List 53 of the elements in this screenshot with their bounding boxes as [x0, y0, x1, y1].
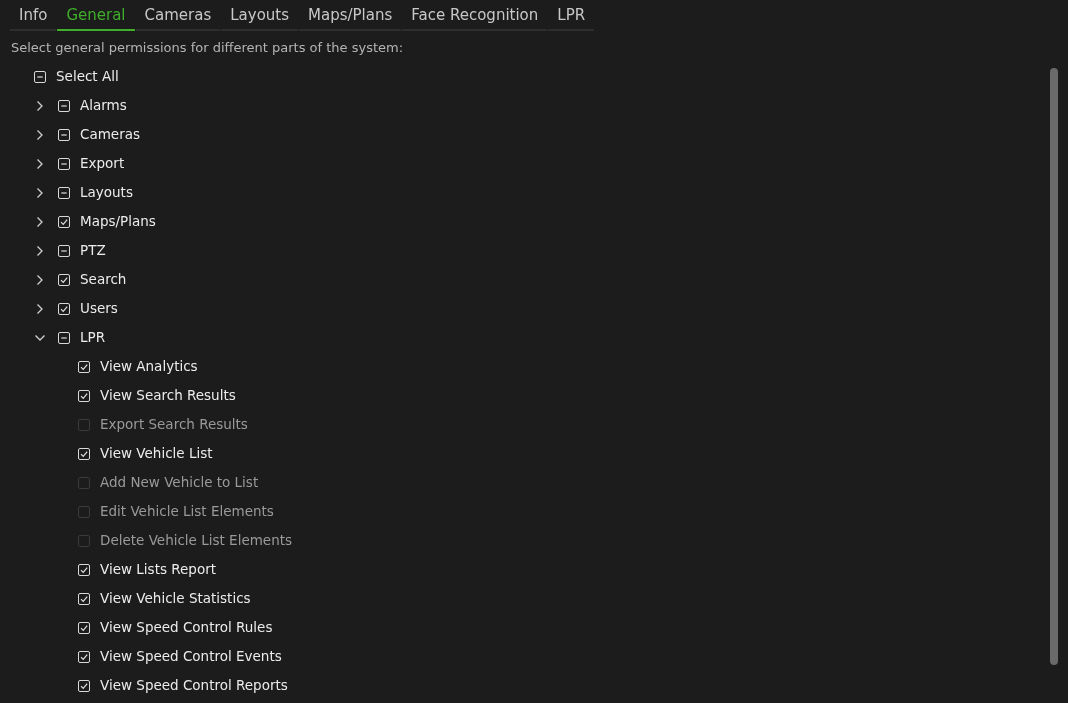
permission-label: Cameras — [80, 125, 140, 145]
tab[interactable]: Cameras — [135, 0, 221, 31]
checked-checkbox[interactable] — [78, 650, 90, 663]
permission-label: View Speed Control Reports — [100, 676, 288, 696]
permission-label: Alarms — [80, 96, 127, 116]
permission-label: Add New Vehicle to List — [100, 473, 259, 493]
partial-checkbox[interactable] — [58, 99, 70, 112]
tab[interactable]: General — [57, 0, 135, 31]
permission-label: View Speed Control Rules — [100, 618, 273, 638]
checked-checkbox[interactable] — [58, 302, 70, 315]
permission-label: LPR — [80, 328, 106, 348]
tab[interactable]: Info — [10, 0, 57, 31]
permission-label: View Vehicle List — [100, 444, 213, 464]
permission-label: PTZ — [80, 241, 106, 261]
checked-checkbox[interactable] — [78, 621, 90, 634]
partial-checkbox[interactable] — [58, 331, 70, 344]
permission-label: View Search Results — [100, 386, 236, 406]
scrollbar-thumb[interactable] — [1050, 68, 1058, 665]
select-all-label: Select All — [56, 67, 119, 87]
permission-label: Layouts — [80, 183, 133, 203]
checkbox[interactable] — [78, 418, 90, 431]
permission-label: View Speed Control Events — [100, 647, 282, 667]
tab[interactable]: Maps/Plans — [299, 0, 402, 31]
permission-label: Edit Vehicle List Elements — [100, 502, 274, 522]
checked-checkbox[interactable] — [78, 360, 90, 373]
partial-checkbox[interactable] — [58, 186, 70, 199]
partial-checkbox[interactable] — [58, 128, 70, 141]
checked-checkbox[interactable] — [58, 215, 70, 228]
permission-label: Users — [80, 299, 118, 319]
permission-label: Export Search Results — [100, 415, 248, 435]
permission-label: View Analytics — [100, 357, 198, 377]
checked-checkbox[interactable] — [58, 273, 70, 286]
tab[interactable]: LPR — [548, 0, 595, 31]
permission-label: View Lists Report — [100, 560, 216, 580]
permission-label: Delete Vehicle List Elements — [100, 531, 293, 551]
permission-label: Export — [80, 154, 125, 174]
checkbox[interactable] — [78, 476, 90, 489]
partial-checkbox[interactable] — [58, 244, 70, 257]
partial-checkbox[interactable] — [58, 157, 70, 170]
partial-checkbox[interactable] — [34, 70, 46, 83]
permission-label: Search — [80, 270, 127, 290]
permission-label: View Vehicle Statistics — [100, 589, 251, 609]
checked-checkbox[interactable] — [78, 679, 90, 692]
checkbox[interactable] — [78, 505, 90, 518]
checkbox[interactable] — [78, 534, 90, 547]
checked-checkbox[interactable] — [78, 389, 90, 402]
instruction-text: Select general permissions for different parts of the system: — [11, 39, 405, 57]
permission-label: Maps/Plans — [80, 212, 156, 232]
tab[interactable]: Face Recognition — [402, 0, 548, 31]
checked-checkbox[interactable] — [78, 447, 90, 460]
checked-checkbox[interactable] — [78, 592, 90, 605]
checked-checkbox[interactable] — [78, 563, 90, 576]
tab[interactable]: Layouts — [221, 0, 298, 31]
